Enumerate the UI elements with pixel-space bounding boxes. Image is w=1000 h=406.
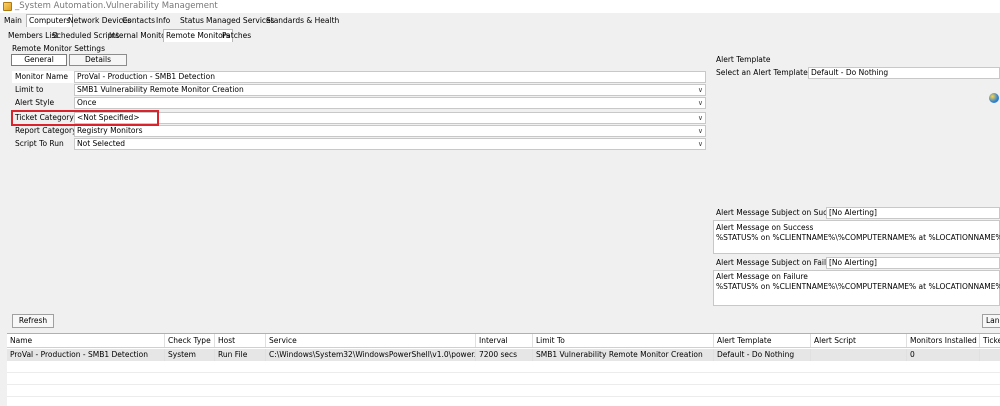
failure-message-value: %STATUS% on %CLIENTNAME%\%COMPUTERNAME% … <box>716 282 1000 291</box>
app-icon <box>3 2 12 11</box>
limit-to-value: SMB1 Vulnerability Remote Monitor Creati… <box>77 85 244 94</box>
monitor-name-input[interactable]: ProVal - Production - SMB1 Detection <box>74 71 706 83</box>
main-tab-bar: Main Computers Network Devices Contacts … <box>0 14 1000 27</box>
success-message-label: Alert Message on Success <box>716 223 814 232</box>
empty-row <box>7 373 1000 385</box>
alert-style-label: Alert Style <box>15 98 55 107</box>
cell-host: Run File <box>215 349 266 361</box>
lang-button[interactable]: Lang <box>982 314 1000 328</box>
alert-style-select[interactable]: Once ∨ <box>74 97 706 109</box>
column-header-name[interactable]: Name <box>7 334 165 347</box>
column-header-limit-to[interactable]: Limit To <box>533 334 714 347</box>
column-header-check-type[interactable]: Check Type <box>165 334 215 347</box>
cell-limit-to: SMB1 Vulnerability Remote Monitor Creati… <box>533 349 714 361</box>
report-category-value: Registry Monitors <box>77 126 143 135</box>
cell-check-type: System <box>165 349 215 361</box>
column-header-service[interactable]: Service <box>266 334 476 347</box>
refresh-button[interactable]: Refresh <box>12 314 54 328</box>
column-header-alert-script[interactable]: Alert Script <box>811 334 907 347</box>
cell-service: C:\Windows\System32\WindowsPowerShell\v1… <box>266 349 476 361</box>
failure-subject-input[interactable]: [No Alerting] <box>826 257 1000 269</box>
cell-alert-template: Default - Do Nothing <box>714 349 811 361</box>
report-category-select[interactable]: Registry Monitors ∨ <box>74 125 706 137</box>
remote-monitor-settings-title: Remote Monitor Settings <box>12 44 105 53</box>
cell-ticket <box>980 349 1000 361</box>
script-to-run-label: Script To Run <box>15 139 64 148</box>
ticket-category-select[interactable]: <Not Specified> ∨ <box>74 112 706 124</box>
report-category-label: Report Category <box>15 126 77 135</box>
alert-template-title: Alert Template <box>716 55 771 64</box>
column-header-alert-template[interactable]: Alert Template <box>714 334 811 347</box>
monitor-name-label: Monitor Name <box>15 72 69 81</box>
chevron-down-icon: ∨ <box>697 140 703 148</box>
limit-to-label: Limit to <box>15 85 44 94</box>
chevron-down-icon: ∨ <box>697 86 703 94</box>
success-subject-input[interactable]: [No Alerting] <box>826 207 1000 219</box>
empty-row <box>7 361 1000 373</box>
title-bar: _System Automation.Vulnerability Managem… <box>0 0 1000 13</box>
ticket-category-highlight <box>11 110 159 126</box>
failure-subject-label: Alert Message Subject on Failure: <box>716 258 841 267</box>
tab-main[interactable]: Main <box>2 15 24 27</box>
chevron-down-icon: ∨ <box>697 99 703 107</box>
cell-name: ProVal - Production - SMB1 Detection <box>7 349 165 361</box>
column-header-interval[interactable]: Interval <box>476 334 533 347</box>
cell-alert-script <box>811 349 907 361</box>
monitors-grid: Name Check Type Host Service Interval Li… <box>7 333 1000 406</box>
window-title: _System Automation.Vulnerability Managem… <box>15 1 218 11</box>
general-tab[interactable]: General <box>11 54 67 66</box>
sub-tab-bar: Members List Scheduled Scripts Internal … <box>0 29 1000 42</box>
alert-template-select[interactable]: Default - Do Nothing <box>808 67 1000 79</box>
alert-style-value: Once <box>77 98 97 107</box>
column-header-monitors-installed[interactable]: Monitors Installed <box>907 334 980 347</box>
chevron-down-icon: ∨ <box>697 127 703 135</box>
success-message-value: %STATUS% on %CLIENTNAME%\%COMPUTERNAME% … <box>716 233 1000 242</box>
grid-header: Name Check Type Host Service Interval Li… <box>7 334 1000 348</box>
tab-patches[interactable]: Patches <box>220 30 253 42</box>
tab-standards-health[interactable]: Standards & Health <box>264 15 341 27</box>
failure-message-label: Alert Message on Failure <box>716 272 808 281</box>
details-tab[interactable]: Details <box>69 54 127 66</box>
limit-to-select[interactable]: SMB1 Vulnerability Remote Monitor Creati… <box>74 84 706 96</box>
cell-interval: 7200 secs <box>476 349 533 361</box>
tab-contacts[interactable]: Contacts <box>120 15 157 27</box>
script-to-run-value: Not Selected <box>77 139 126 148</box>
script-to-run-select[interactable]: Not Selected ∨ <box>74 138 706 150</box>
chevron-down-icon: ∨ <box>697 114 703 122</box>
empty-row <box>7 385 1000 397</box>
monitor-name-value: ProVal - Production - SMB1 Detection <box>77 72 215 81</box>
tab-status[interactable]: Status <box>178 15 206 27</box>
windows-logo-icon[interactable] <box>989 93 999 103</box>
table-row[interactable]: ProVal - Production - SMB1 Detection Sys… <box>7 349 1000 361</box>
cell-monitors-installed: 0 <box>907 349 980 361</box>
column-header-host[interactable]: Host <box>215 334 266 347</box>
tab-info[interactable]: Info <box>154 15 172 27</box>
select-alert-template-label: Select an Alert Template <box>716 68 808 77</box>
column-header-ticket[interactable]: Ticke <box>980 334 1000 347</box>
